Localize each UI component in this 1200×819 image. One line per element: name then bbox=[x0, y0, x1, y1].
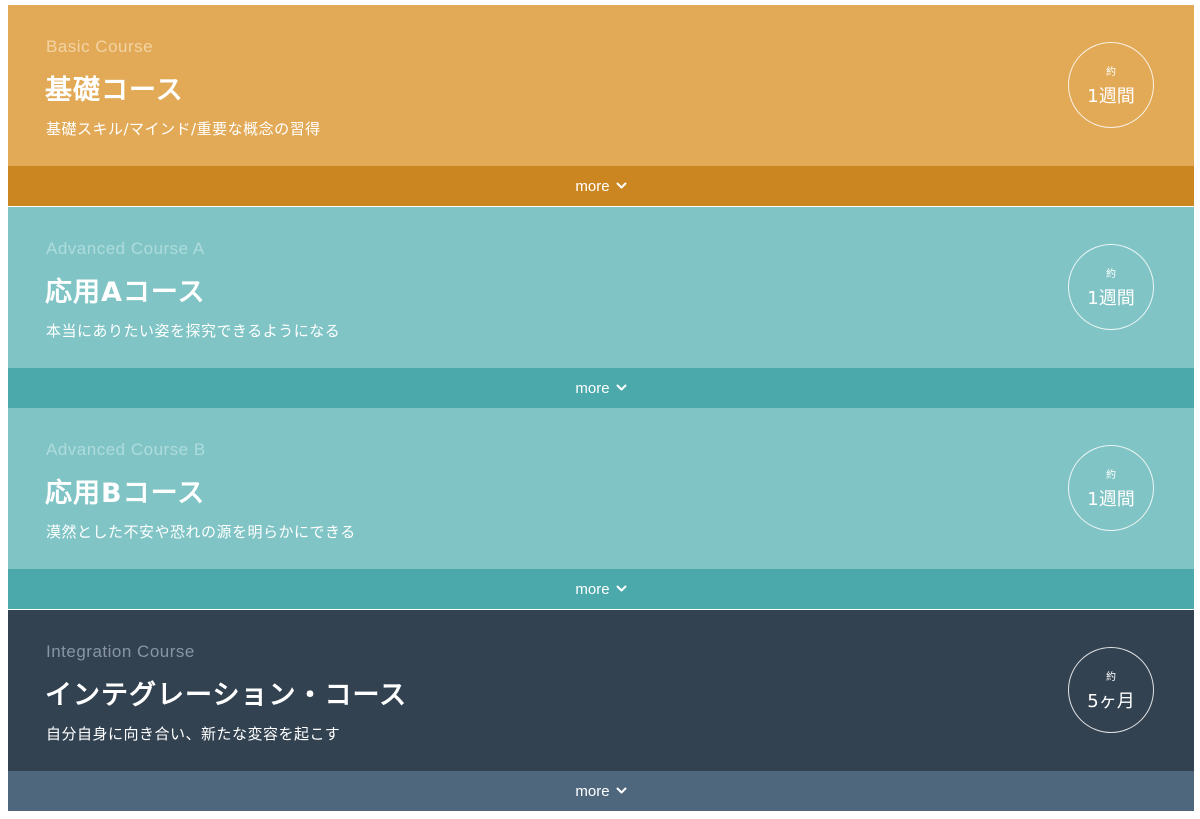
course-card-advanced-b: Advanced Course B 応用Bコース 漠然とした不安や恐れの源を明ら… bbox=[8, 408, 1194, 609]
course-description: 基礎スキル/マインド/重要な概念の習得 bbox=[46, 120, 321, 138]
course-en-label: Integration Course bbox=[46, 642, 195, 661]
more-label: more bbox=[575, 580, 610, 598]
duration-value: 1週間 bbox=[1087, 288, 1135, 309]
course-en-label: Advanced Course B bbox=[46, 440, 206, 459]
more-button[interactable]: more bbox=[8, 166, 1194, 206]
more-button[interactable]: more bbox=[8, 771, 1194, 811]
duration-prefix: 約 bbox=[1106, 67, 1116, 78]
chevron-down-icon bbox=[616, 182, 627, 189]
course-card-integration: Integration Course インテグレーション・コース 自分自身に向き… bbox=[8, 610, 1194, 811]
more-label: more bbox=[575, 782, 610, 800]
duration-prefix: 約 bbox=[1106, 672, 1116, 683]
course-description: 自分自身に向き合い、新たな変容を起こす bbox=[46, 725, 341, 743]
more-button[interactable]: more bbox=[8, 569, 1194, 609]
duration-prefix: 約 bbox=[1106, 470, 1116, 481]
duration-badge: 約 1週間 bbox=[1068, 244, 1154, 330]
course-en-label: Advanced Course A bbox=[46, 239, 205, 258]
course-title: 基礎コース bbox=[45, 75, 184, 106]
course-description: 本当にありたい姿を探究できるようになる bbox=[46, 322, 341, 340]
duration-value: 5ヶ月 bbox=[1087, 691, 1135, 712]
duration-badge: 約 1週間 bbox=[1068, 445, 1154, 531]
course-title: 応用Aコース bbox=[45, 277, 206, 308]
duration-value: 1週間 bbox=[1087, 489, 1135, 510]
course-card-body: Advanced Course B 応用Bコース 漠然とした不安や恐れの源を明ら… bbox=[8, 408, 1194, 569]
more-label: more bbox=[575, 379, 610, 397]
chevron-down-icon bbox=[616, 787, 627, 794]
course-card-body: Advanced Course A 応用Aコース 本当にありたい姿を探究できるよ… bbox=[8, 207, 1194, 368]
course-description: 漠然とした不安や恐れの源を明らかにできる bbox=[46, 523, 356, 541]
duration-prefix: 約 bbox=[1106, 269, 1116, 280]
course-title: インテグレーション・コース bbox=[45, 680, 408, 711]
more-label: more bbox=[575, 177, 610, 195]
course-card-advanced-a: Advanced Course A 応用Aコース 本当にありたい姿を探究できるよ… bbox=[8, 207, 1194, 408]
duration-badge: 約 5ヶ月 bbox=[1068, 647, 1154, 733]
course-card-body: Basic Course 基礎コース 基礎スキル/マインド/重要な概念の習得 約… bbox=[8, 5, 1194, 166]
course-title: 応用Bコース bbox=[45, 478, 206, 509]
more-button[interactable]: more bbox=[8, 368, 1194, 408]
duration-value: 1週間 bbox=[1087, 86, 1135, 107]
duration-badge: 約 1週間 bbox=[1068, 42, 1154, 128]
course-card-body: Integration Course インテグレーション・コース 自分自身に向き… bbox=[8, 610, 1194, 771]
chevron-down-icon bbox=[616, 585, 627, 592]
course-en-label: Basic Course bbox=[46, 37, 154, 56]
chevron-down-icon bbox=[616, 384, 627, 391]
course-card-basic: Basic Course 基礎コース 基礎スキル/マインド/重要な概念の習得 約… bbox=[8, 5, 1194, 206]
